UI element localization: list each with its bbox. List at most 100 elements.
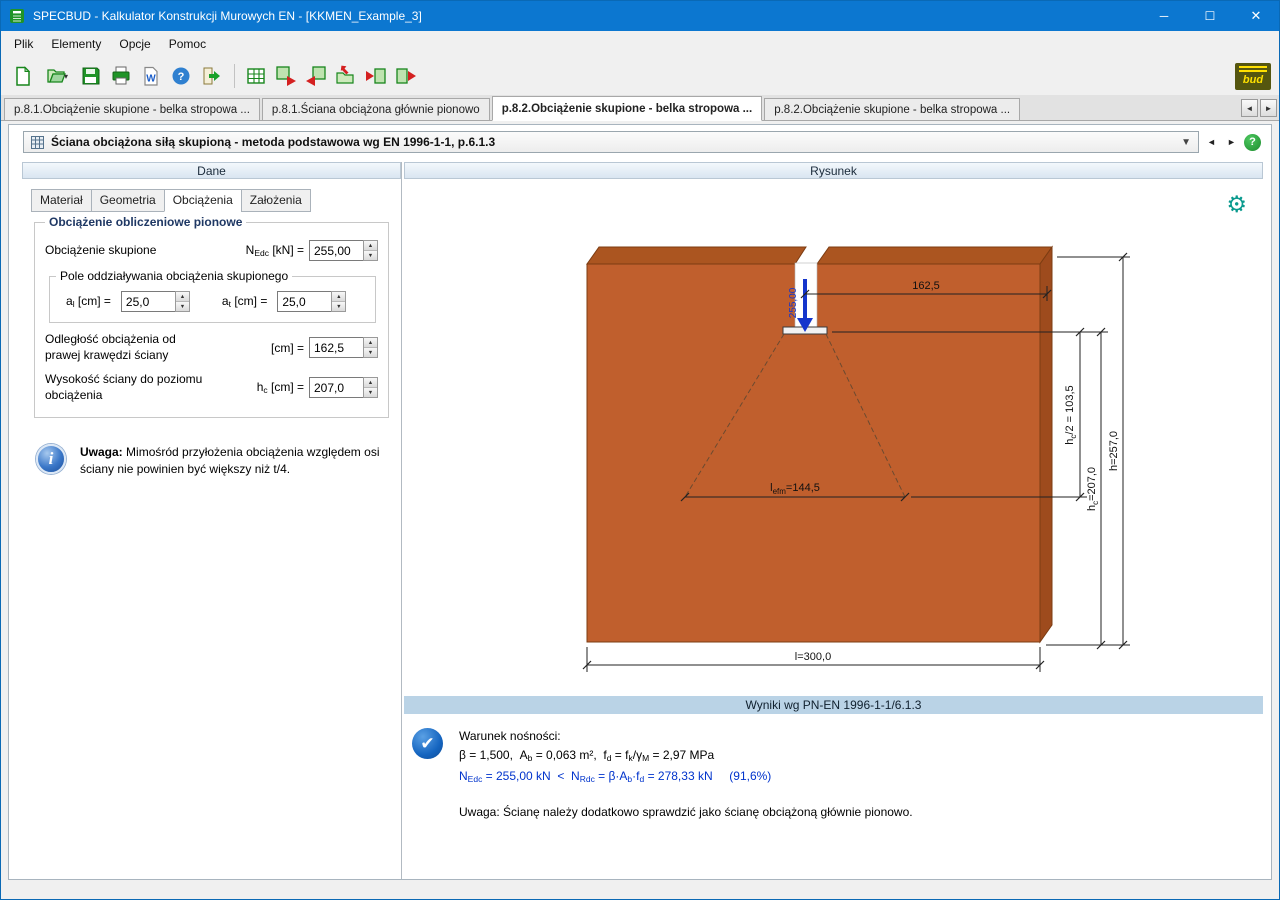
tab-geometria[interactable]: Geometria <box>91 189 164 212</box>
menu-opcje[interactable]: Opcje <box>110 33 159 55</box>
spin-down-icon[interactable]: ▼ <box>176 302 189 311</box>
print-button[interactable] <box>107 62 135 90</box>
spin-down-icon[interactable]: ▼ <box>364 348 377 357</box>
app-icon <box>9 7 27 25</box>
info-icon: i <box>36 444 66 474</box>
next-method-button[interactable]: ► <box>1224 133 1239 151</box>
spin-up-icon[interactable]: ▲ <box>332 292 345 302</box>
print-icon <box>111 66 131 86</box>
wall-drawing: 255,00 <box>402 179 1270 694</box>
al-spinner: ▲ ▼ <box>175 291 190 312</box>
close-button[interactable]: ✕ <box>1233 1 1279 31</box>
dim-label-hc-half: hc/2 = 103,5 <box>1064 385 1078 444</box>
maximize-button[interactable]: ☐ <box>1187 1 1233 31</box>
dim-label-l: l=300,0 <box>795 651 831 663</box>
open-file-icon <box>46 66 66 86</box>
insert-element-button[interactable] <box>302 62 330 90</box>
exit-button[interactable] <box>197 62 225 90</box>
al-input-group: ▲ ▼ <box>121 291 190 312</box>
minimize-button[interactable]: ─ <box>1141 1 1187 31</box>
tab-obciazenia-active[interactable]: Obciążenia <box>164 189 241 212</box>
save-file-button[interactable] <box>77 62 105 90</box>
check-line: NEdc = 255,00 kN < NRdc = β·Ab·fd = 278,… <box>459 768 771 785</box>
at-symbol: at [cm] = <box>222 294 267 309</box>
load-area-groupbox: Pole oddziaływania obciążenia skupionego… <box>49 269 376 323</box>
menu-bar: Plik Elementy Opcje Pomoc <box>1 31 1279 57</box>
spin-up-icon[interactable]: ▲ <box>364 241 377 251</box>
note-body: Mimośród przyłożenia obciążenia względem… <box>80 445 379 475</box>
window-title: SPECBUD - Kalkulator Konstrukcji Murowyc… <box>33 9 422 23</box>
data-panel: Dane Materiał Geometria Obciążenia Założ… <box>9 162 402 879</box>
wall-height-input[interactable] <box>309 377 363 398</box>
distance-input[interactable] <box>309 337 363 358</box>
results-header: Wyniki wg PN-EN 1996-1-1/6.1.3 <box>404 696 1263 714</box>
drawing-settings-gear-icon[interactable]: ⚙ <box>1226 193 1247 216</box>
tab-scroll-buttons: ◄ ► <box>1241 99 1277 120</box>
eccentricity-note: i Uwaga: Mimośród przyłożenia obciążenia… <box>36 444 389 476</box>
load-spinner: ▲ ▼ <box>363 240 378 261</box>
document-tab-1[interactable]: p.8.1.Obciążenie skupione - belka stropo… <box>4 98 260 120</box>
open-file-button[interactable]: ▾ <box>39 62 75 90</box>
document-tab-2[interactable]: p.8.1.Ściana obciążona głównie pionowo <box>262 98 490 120</box>
copy-element-icon <box>335 65 357 87</box>
wall-height-row: Wysokość ściany do poziomu obciążenia hc… <box>45 372 378 403</box>
tab-material[interactable]: Materiał <box>31 189 91 212</box>
tab-zalozenia[interactable]: Założenia <box>241 189 311 212</box>
dim-label-top-162: 162,5 <box>912 280 940 292</box>
load-input[interactable] <box>309 240 363 261</box>
chevron-down-icon: ▼ <box>1181 137 1191 148</box>
dim-label-h: h=257,0 <box>1108 431 1120 471</box>
tab-scroll-right-button[interactable]: ► <box>1260 99 1277 117</box>
exit-icon <box>201 66 221 86</box>
help-button[interactable]: ? <box>167 62 195 90</box>
load-label: Obciążenie skupione <box>45 243 213 259</box>
spin-up-icon[interactable]: ▲ <box>364 338 377 348</box>
load-input-group: ▲ ▼ <box>309 240 378 261</box>
open-file-dropdown-icon: ▾ <box>64 72 68 81</box>
export-element-button[interactable] <box>392 62 420 90</box>
load-area-row: al [cm] = ▲ ▼ at [cm] = <box>56 285 369 314</box>
note-title: Uwaga: <box>80 445 123 459</box>
tab-scroll-left-button[interactable]: ◄ <box>1241 99 1258 117</box>
spin-down-icon[interactable]: ▼ <box>332 302 345 311</box>
document-tab-3-active[interactable]: p.8.2.Obciążenie skupione - belka stropo… <box>492 96 763 121</box>
copy-element-button[interactable] <box>332 62 360 90</box>
new-file-button[interactable] <box>9 62 37 90</box>
load-area-title: Pole oddziaływania obciążenia skupionego <box>56 269 292 283</box>
elements-table-button[interactable] <box>242 62 270 90</box>
menu-plik[interactable]: Plik <box>5 33 42 55</box>
menu-elementy[interactable]: Elementy <box>42 33 110 55</box>
groupbox-title: Obciążenie obliczeniowe pionowe <box>45 215 246 229</box>
al-input[interactable] <box>121 291 175 312</box>
load-value-label: 255,00 <box>788 287 799 318</box>
distance-row: Odległość obciążenia od prawej krawędzi … <box>45 332 378 363</box>
spin-up-icon[interactable]: ▲ <box>364 378 377 388</box>
results-body: ✔ Warunek nośności: β = 1,500, Ab = 0,06… <box>412 728 1271 788</box>
prev-method-button[interactable]: ◄ <box>1204 133 1219 151</box>
check-ok-icon: ✔ <box>412 728 443 759</box>
load-symbol: NEdc [kN] = <box>246 243 304 258</box>
params-line: β = 1,500, Ab = 0,063 m², fd = fk/γM = 2… <box>459 747 771 764</box>
export-word-button[interactable]: W <box>137 62 165 90</box>
add-element-button[interactable] <box>272 62 300 90</box>
concentrated-load-row: Obciążenie skupione NEdc [kN] = ▲ ▼ <box>45 240 378 261</box>
distance-spinner: ▲ ▼ <box>363 337 378 358</box>
data-tabs: Materiał Geometria Obciążenia Założenia <box>31 189 401 212</box>
at-input-group: ▲ ▼ <box>277 291 346 312</box>
wall-height-input-group: ▲ ▼ <box>309 377 378 398</box>
menu-pomoc[interactable]: Pomoc <box>160 33 215 55</box>
spin-down-icon[interactable]: ▼ <box>364 251 377 260</box>
method-selector[interactable]: Ściana obciążona siłą skupioną - metoda … <box>23 131 1199 153</box>
vertical-load-groupbox: Obciążenie obliczeniowe pionowe Obciążen… <box>34 215 389 418</box>
export-word-icon: W <box>141 66 161 86</box>
wall-height-label: Wysokość ściany do poziomu obciążenia <box>45 372 213 403</box>
spin-down-icon[interactable]: ▼ <box>364 388 377 397</box>
document-tab-4[interactable]: p.8.2.Obciążenie skupione - belka stropo… <box>764 98 1020 120</box>
at-input[interactable] <box>277 291 331 312</box>
at-spinner: ▲ ▼ <box>331 291 346 312</box>
note-text: Uwaga: Mimośród przyłożenia obciążenia w… <box>80 444 382 476</box>
spin-up-icon[interactable]: ▲ <box>176 292 189 302</box>
method-help-button[interactable]: ? <box>1244 134 1261 151</box>
add-element-icon <box>275 65 297 87</box>
import-element-button[interactable] <box>362 62 390 90</box>
